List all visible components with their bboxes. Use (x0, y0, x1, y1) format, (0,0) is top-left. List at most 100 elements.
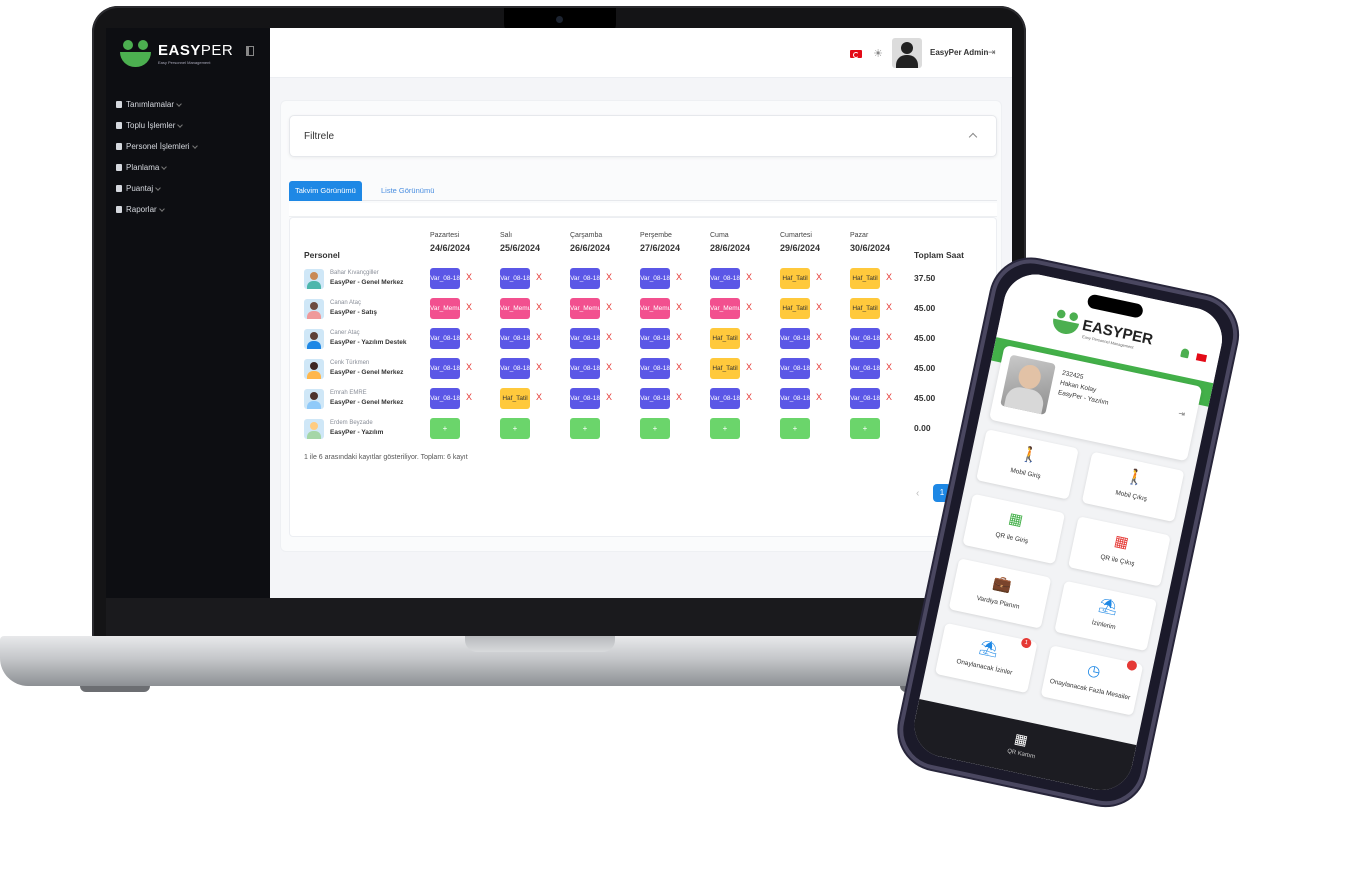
shift-badge[interactable]: Var_08-18 (710, 388, 740, 409)
shift-badge[interactable]: Var_Memur (710, 298, 743, 319)
sidebar-item-puantaj[interactable]: Puantaj (116, 178, 197, 199)
tile-qr-ile-giriş[interactable]: ▦ QR ile Giriş (962, 493, 1066, 565)
remove-shift-icon[interactable]: X (676, 392, 682, 402)
remove-shift-icon[interactable]: X (816, 362, 822, 372)
tile-mobil-giriş[interactable]: 🚶 Mobil Giriş (976, 429, 1079, 500)
shift-badge[interactable]: Haf_Tatil (780, 298, 810, 319)
remove-shift-icon[interactable]: X (886, 302, 892, 312)
add-shift-button[interactable]: + (430, 418, 460, 439)
shift-badge[interactable]: Var_08-18 (640, 328, 670, 349)
shift-badge[interactable]: Var_08-18 (640, 358, 670, 379)
sidebar-collapse-icon[interactable] (246, 46, 254, 56)
shift-badge[interactable]: Var_08-18 (500, 358, 530, 379)
tile-mobil-çıkış[interactable]: 🚶 Mobil Çıkış (1081, 451, 1185, 523)
shift-badge[interactable]: Var_08-18 (500, 328, 530, 349)
remove-shift-icon[interactable]: X (466, 332, 472, 342)
add-shift-button[interactable]: + (850, 418, 880, 439)
shift-badge[interactable]: Haf_Tatil (500, 388, 530, 409)
qr-icon[interactable]: ▦ (1012, 730, 1031, 749)
remove-shift-icon[interactable]: X (886, 272, 892, 282)
turkish-flag-icon[interactable] (850, 50, 862, 58)
tile-onaylanacak-fazla-mesailer[interactable]: ◷ Onaylanacak Fazla Mesailer (1040, 645, 1144, 716)
shift-badge[interactable]: Var_08-18 (850, 358, 880, 379)
shift-badge[interactable]: Var_08-18 (640, 268, 670, 289)
remove-shift-icon[interactable]: X (606, 272, 612, 282)
shift-badge[interactable]: Var_08-18 (430, 358, 460, 379)
remove-shift-icon[interactable]: X (536, 332, 542, 342)
shift-badge[interactable]: Var_08-18 (430, 388, 460, 409)
remove-shift-icon[interactable]: X (816, 272, 822, 282)
sidebar-item-planlama[interactable]: Planlama (116, 157, 197, 178)
filter-card[interactable]: Filtrele (289, 115, 997, 157)
remove-shift-icon[interactable]: X (816, 332, 822, 342)
remove-shift-icon[interactable]: X (606, 332, 612, 342)
sidebar-item-personel-islemleri[interactable]: Personel İşlemleri (116, 136, 198, 157)
sun-icon[interactable]: ☀ (872, 48, 884, 60)
remove-shift-icon[interactable]: X (746, 272, 752, 282)
shift-badge[interactable]: Var_08-18 (500, 268, 530, 289)
shift-badge[interactable]: Haf_Tatil (850, 298, 880, 319)
add-shift-button[interactable]: + (640, 418, 670, 439)
shift-badge[interactable]: Var_08-18 (850, 328, 880, 349)
sidebar-item-tanimlamalar[interactable]: Tanımlamalar (116, 94, 197, 115)
remove-shift-icon[interactable]: X (536, 302, 542, 312)
add-shift-button[interactable]: + (780, 418, 810, 439)
shift-badge[interactable]: Var_08-18 (780, 358, 810, 379)
tile-vardiya-planım[interactable]: 💼 Vardiya Planım (948, 558, 1052, 629)
turkish-flag-icon[interactable] (1195, 353, 1208, 363)
remove-shift-icon[interactable]: X (746, 332, 752, 342)
shift-badge[interactable]: Var_08-18 (570, 358, 600, 379)
shift-badge[interactable]: Haf_Tatil (780, 268, 810, 289)
remove-shift-icon[interactable]: X (746, 362, 752, 372)
add-shift-button[interactable]: + (570, 418, 600, 439)
logout-icon[interactable]: ⇥ (988, 47, 996, 58)
remove-shift-icon[interactable]: X (886, 392, 892, 402)
remove-shift-icon[interactable]: X (466, 302, 472, 312)
shift-badge[interactable]: Haf_Tatil (710, 358, 740, 379)
remove-shift-icon[interactable]: X (606, 302, 612, 312)
shift-badge[interactable]: Var_08-18 (430, 268, 460, 289)
tab-takvim[interactable]: Takvim Görünümü (289, 181, 362, 201)
shift-badge[interactable]: Var_08-18 (850, 388, 880, 409)
shift-badge[interactable]: Var_08-18 (570, 328, 600, 349)
shift-badge[interactable]: Haf_Tatil (850, 268, 880, 289)
remove-shift-icon[interactable]: X (886, 362, 892, 372)
remove-shift-icon[interactable]: X (746, 392, 752, 402)
bell-icon[interactable] (1180, 347, 1190, 359)
pager-prev-icon[interactable]: ‹ (916, 488, 919, 499)
shift-badge[interactable]: Var_08-18 (710, 268, 740, 289)
add-shift-button[interactable]: + (710, 418, 740, 439)
remove-shift-icon[interactable]: X (466, 272, 472, 282)
remove-shift-icon[interactable]: X (466, 362, 472, 372)
remove-shift-icon[interactable]: X (816, 392, 822, 402)
remove-shift-icon[interactable]: X (536, 392, 542, 402)
shift-badge[interactable]: Var_08-18 (570, 268, 600, 289)
shift-badge[interactable]: Var_08-18 (780, 388, 810, 409)
remove-shift-icon[interactable]: X (816, 302, 822, 312)
remove-shift-icon[interactable]: X (746, 302, 752, 312)
remove-shift-icon[interactable]: X (676, 332, 682, 342)
tile-qr-ile-çıkış[interactable]: ▦ QR ile Çıkış (1067, 516, 1171, 587)
remove-shift-icon[interactable]: X (536, 272, 542, 282)
sidebar-item-toplu-islemler[interactable]: Toplu İşlemler (116, 115, 197, 136)
brand-logo[interactable]: EASYPER Easy Personnel Management (120, 38, 233, 68)
shift-badge[interactable]: Var_08-18 (780, 328, 810, 349)
admin-name[interactable]: EasyPer Admin (930, 48, 988, 57)
tile-onaylanacak-i-zinler[interactable]: ⛱ Onaylanacak İzinler 1 (934, 622, 1038, 694)
remove-shift-icon[interactable]: X (466, 392, 472, 402)
shift-badge[interactable]: Var_Memur (640, 298, 673, 319)
sidebar-item-raporlar[interactable]: Raporlar (116, 199, 197, 220)
remove-shift-icon[interactable]: X (676, 362, 682, 372)
add-shift-button[interactable]: + (500, 418, 530, 439)
shift-badge[interactable]: Var_Memur (500, 298, 533, 319)
shift-badge[interactable]: Var_Memur (570, 298, 603, 319)
chevron-up-icon[interactable] (968, 132, 978, 142)
shift-badge[interactable]: Var_08-18 (430, 328, 460, 349)
logout-icon[interactable]: ⇥ (1177, 409, 1185, 419)
remove-shift-icon[interactable]: X (606, 362, 612, 372)
tab-liste[interactable]: Liste Görünümü (375, 181, 440, 201)
tile-i-zinlerim[interactable]: ⛱ İzinlerim (1054, 580, 1158, 652)
shift-badge[interactable]: Var_Memur (430, 298, 463, 319)
avatar[interactable] (892, 38, 922, 68)
remove-shift-icon[interactable]: X (606, 392, 612, 402)
